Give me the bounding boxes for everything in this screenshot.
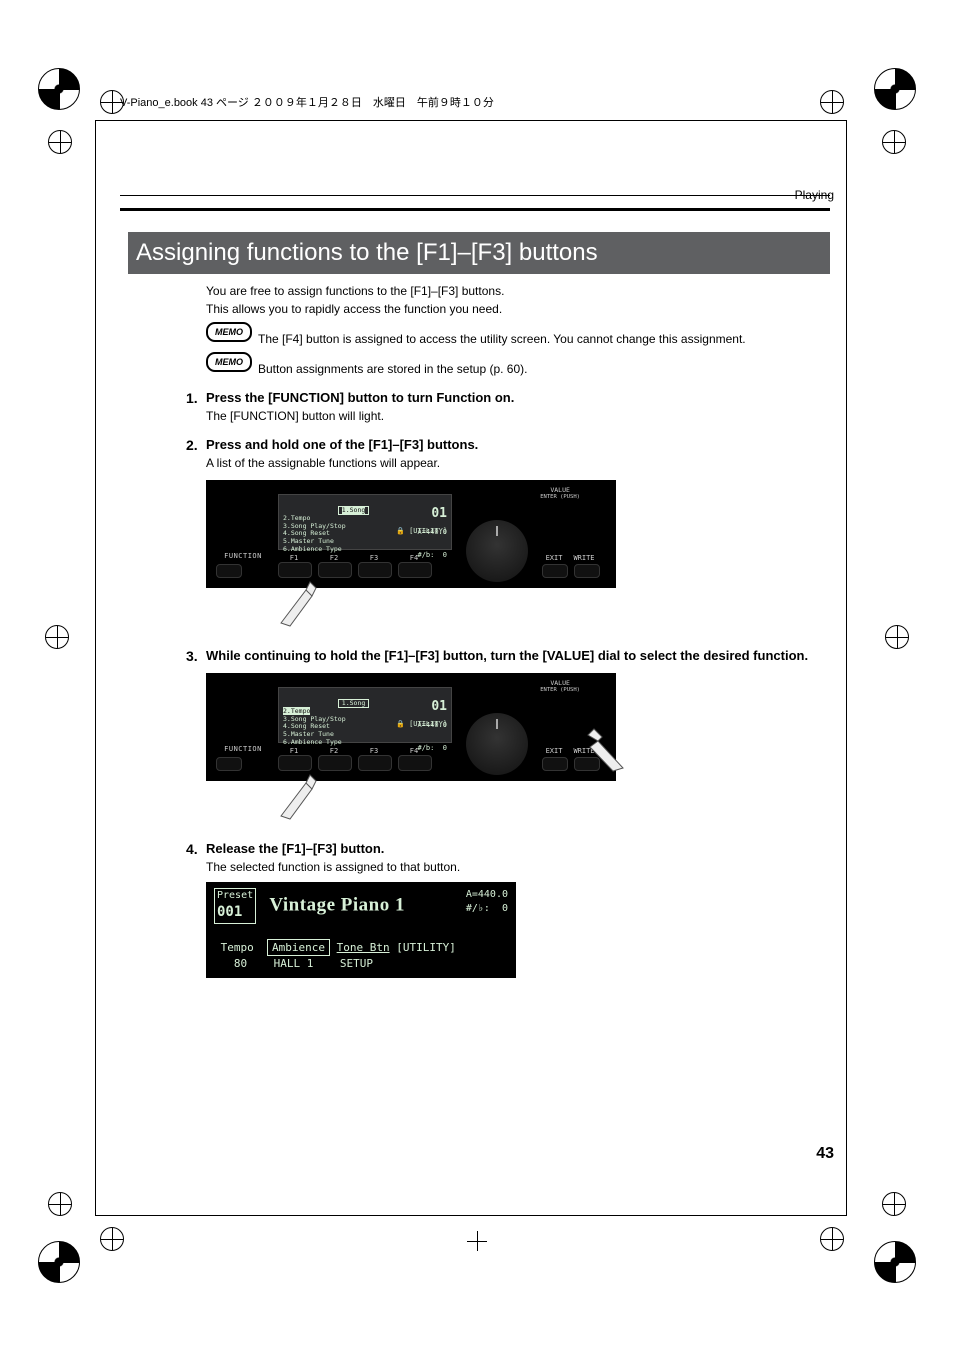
pointing-hand-icon (276, 568, 336, 628)
step-number: 3. (186, 648, 198, 664)
exit-button-label: EXIT (542, 554, 566, 562)
turning-hand-icon (568, 713, 628, 773)
register-mark-icon (874, 68, 916, 110)
crosshair-icon (820, 1227, 844, 1251)
step-item: 3. While continuing to hold the [F1]–[F3… (206, 648, 830, 827)
function-button[interactable] (216, 564, 242, 578)
value-dial-label: VALUE (540, 679, 580, 687)
crosshair-icon (885, 625, 909, 649)
lcd-utility-label: [UTILITY] (396, 941, 456, 954)
memo-note: MEMO Button assignments are stored in th… (206, 352, 830, 376)
register-mark-icon (38, 1241, 80, 1283)
lcd-tone-name: Vintage Piano 1 (269, 895, 405, 916)
lcd-tonebtn-label: Tone Btn (337, 941, 390, 954)
crosshair-icon (100, 1227, 124, 1251)
crosshair-icon (820, 90, 844, 114)
step-title: Release the [F1]–[F3] button. (206, 841, 830, 856)
write-button[interactable] (574, 564, 600, 578)
step-body: The selected function is assigned to tha… (206, 860, 830, 874)
intro-text: You are free to assign functions to the … (206, 284, 830, 298)
section-title: Assigning functions to the [F1]–[F3] but… (128, 232, 830, 274)
lcd-tempo-value: 80 (234, 957, 247, 970)
lcd-screen: 1.Song 2.Tempo 3.Song Play/Stop 4.Song R… (278, 687, 452, 743)
function-button[interactable] (216, 757, 242, 771)
step-body: A list of the assignable functions will … (206, 456, 830, 470)
value-dial-sublabel: ENTER (PUSH) (540, 687, 580, 693)
lcd-preset-number: 001 (217, 904, 242, 920)
lcd-screen: 1.Song 2.Tempo 3.Song Play/Stop 4.Song R… (278, 494, 452, 550)
lock-icon: 🔒 (396, 720, 405, 728)
function-button-label: FUNCTION (216, 552, 270, 560)
lcd-preset-label: Preset (217, 890, 253, 901)
memo-badge-icon: MEMO (206, 352, 252, 372)
lcd-transpose: #/b: 0 (364, 745, 447, 753)
lcd-preset-number: 01 (431, 506, 447, 521)
write-button-label: WRITE (572, 554, 596, 562)
step-item: 2. Press and hold one of the [F1]–[F3] b… (206, 437, 830, 634)
lcd-transpose: #/♭: 0 (466, 903, 508, 914)
value-dial-sublabel: ENTER (PUSH) (540, 494, 580, 500)
lcd-tonebtn-value: SETUP (340, 957, 373, 970)
memo-note: MEMO The [F4] button is assigned to acce… (206, 322, 830, 346)
exit-button-label: EXIT (542, 747, 566, 755)
function-button-label: FUNCTION (216, 745, 270, 753)
crosshair-icon (48, 130, 72, 154)
exit-button[interactable] (542, 564, 568, 578)
step-title: Press and hold one of the [F1]–[F3] butt… (206, 437, 830, 452)
page-number: 43 (816, 1145, 834, 1163)
memo-text: The [F4] button is assigned to access th… (258, 332, 830, 346)
lcd-tempo-label: Tempo (221, 941, 254, 954)
crosshair-icon (467, 1231, 487, 1251)
control-panel-diagram: VALUE ENTER (PUSH) FUNCTION 1.Song 2.Tem… (206, 673, 616, 781)
step-number: 2. (186, 437, 198, 453)
lcd-transpose: #/b: 0 (364, 552, 447, 560)
step-body: The [FUNCTION] button will light. (206, 409, 830, 423)
header-divider (120, 208, 830, 211)
value-dial-label: VALUE (540, 486, 580, 494)
crosshair-icon (45, 625, 69, 649)
crosshair-icon (882, 1192, 906, 1216)
crosshair-icon (48, 1192, 72, 1216)
step-title: Press the [FUNCTION] button to turn Func… (206, 390, 830, 405)
register-mark-icon (874, 1241, 916, 1283)
lock-icon: 🔒 (396, 527, 405, 535)
value-dial[interactable] (466, 520, 528, 582)
pointing-hand-icon (276, 761, 336, 821)
lcd-ambience-label: Ambience (267, 939, 330, 956)
crosshair-icon (882, 130, 906, 154)
step-item: 1. Press the [FUNCTION] button to turn F… (206, 390, 830, 423)
lcd-utility-label: [UTILITY] (409, 527, 447, 535)
lcd-tune: A=440.0 (466, 889, 508, 900)
intro-text: This allows you to rapidly access the fu… (206, 302, 830, 316)
lcd-main-screen: Preset 001 Vintage Piano 1 A=440.0 #/♭: 0… (206, 882, 516, 978)
header-divider (120, 195, 830, 196)
lcd-ambience-value: HALL 1 (274, 957, 314, 970)
lcd-preset-number: 01 (431, 699, 447, 714)
memo-text: Button assignments are stored in the set… (258, 362, 830, 376)
exit-button[interactable] (542, 757, 568, 771)
memo-badge-icon: MEMO (206, 322, 252, 342)
value-dial[interactable] (466, 713, 528, 775)
step-number: 4. (186, 841, 198, 857)
lcd-utility-label: [UTILITY] (409, 720, 447, 728)
book-header: V-Piano_e.book 43 ページ ２００９年１月２８日 水曜日 午前９… (120, 94, 494, 110)
step-number: 1. (186, 390, 198, 406)
register-mark-icon (38, 68, 80, 110)
step-item: 4. Release the [F1]–[F3] button. The sel… (206, 841, 830, 978)
control-panel-diagram: VALUE ENTER (PUSH) FUNCTION 1.Song 2.Tem… (206, 480, 616, 588)
step-title: While continuing to hold the [F1]–[F3] b… (206, 648, 830, 663)
